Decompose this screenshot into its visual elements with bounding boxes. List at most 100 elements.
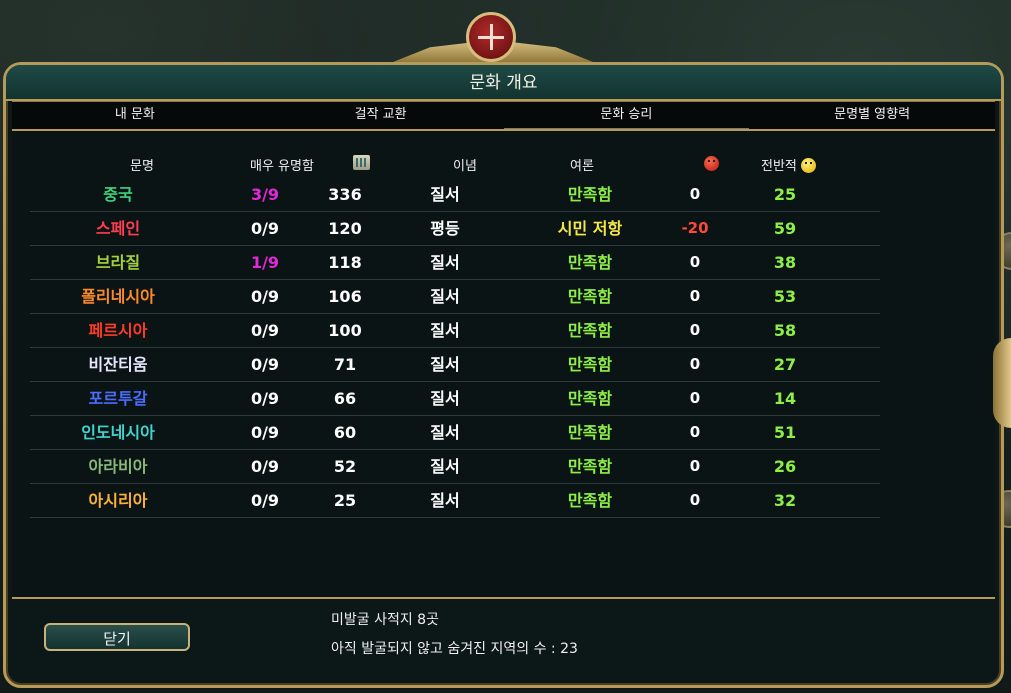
- overall-happiness-value: 26: [773, 457, 797, 476]
- opinion-unhappiness-value: 0: [689, 389, 701, 407]
- public-opinion-value: 시민 저항: [557, 219, 623, 238]
- tourism-value: 71: [333, 355, 357, 374]
- ideology-value: 질서: [430, 423, 460, 442]
- header-overall: 전반적: [761, 155, 817, 174]
- civ-row[interactable]: 스페인 0/9 120 평등 시민 저항 -20 59: [30, 212, 880, 246]
- influential-count: 0/9: [250, 355, 280, 374]
- close-button[interactable]: 닫기: [44, 623, 190, 651]
- public-opinion-value: 만족함: [567, 423, 613, 442]
- ideology-value: 평등: [430, 219, 460, 238]
- tourism-value: 118: [328, 253, 362, 272]
- tab-bar: 내 문화 걸작 교환 문화 승리 문명별 영향력: [12, 101, 995, 131]
- public-opinion-value: 만족함: [567, 185, 613, 204]
- civ-name: 스페인: [95, 219, 141, 238]
- tourism-value: 336: [328, 185, 362, 204]
- influential-count: 0/9: [250, 457, 280, 476]
- tourism-value: 120: [328, 219, 362, 238]
- influential-count: 0/9: [250, 491, 280, 510]
- overall-happiness-value: 58: [773, 321, 797, 340]
- public-opinion-value: 만족함: [567, 355, 613, 374]
- overall-happiness-value: 51: [773, 423, 797, 442]
- influential-count: 0/9: [250, 287, 280, 306]
- header-influential: 매우 유명함: [250, 159, 314, 174]
- opinion-unhappiness-value: 0: [689, 287, 701, 305]
- ideology-value: 질서: [430, 389, 460, 408]
- civ-row[interactable]: 아라비아 0/9 52 질서 만족함 0 26: [30, 450, 880, 484]
- influential-count: 0/9: [250, 389, 280, 408]
- ideology-value: 질서: [430, 253, 460, 272]
- tourism-value: 106: [328, 287, 362, 306]
- undiscovered-sites-text: 미발굴 사적지 8곳: [331, 612, 439, 628]
- ideology-value: 질서: [430, 457, 460, 476]
- ideology-value: 질서: [430, 355, 460, 374]
- overall-happiness-value: 25: [773, 185, 797, 204]
- overall-happiness-value: 53: [773, 287, 797, 306]
- overall-happiness-value: 38: [773, 253, 797, 272]
- happy-icon: [801, 158, 817, 173]
- influential-count: 0/9: [250, 423, 280, 442]
- overall-happiness-value: 32: [773, 491, 797, 510]
- civ-row[interactable]: 아시리아 0/9 25 질서 만족함 0 32: [30, 484, 880, 518]
- panel-title: 문화 개요: [6, 65, 1001, 101]
- header-civ: 문명: [130, 159, 154, 174]
- unhappy-icon: [704, 156, 719, 171]
- civ-row[interactable]: 폴리네시아 0/9 106 질서 만족함 0 53: [30, 280, 880, 314]
- ideology-value: 질서: [430, 491, 460, 510]
- civ-name: 브라질: [95, 253, 141, 272]
- tourism-value: 66: [333, 389, 357, 408]
- tourism-value: 100: [328, 321, 362, 340]
- civ-name: 아라비아: [88, 457, 148, 476]
- influential-count: 0/9: [250, 219, 280, 238]
- public-opinion-value: 만족함: [567, 491, 613, 510]
- public-opinion-value: 만족함: [567, 457, 613, 476]
- ideology-value: 질서: [430, 185, 460, 204]
- tourism-value: 60: [333, 423, 357, 442]
- tab-player-influence[interactable]: 문명별 영향력: [749, 102, 995, 129]
- civ-name: 아시리아: [88, 491, 148, 510]
- overall-happiness-value: 59: [773, 219, 797, 238]
- civ-name: 포르투갈: [88, 389, 148, 408]
- civ-name: 인도네시아: [81, 423, 155, 442]
- opinion-unhappiness-value: 0: [689, 185, 701, 203]
- civ-row[interactable]: 페르시아 0/9 100 질서 만족함 0 58: [30, 314, 880, 348]
- opinion-unhappiness-value: 0: [689, 321, 701, 339]
- public-opinion-value: 만족함: [567, 389, 613, 408]
- opinion-unhappiness-value: 0: [689, 457, 701, 475]
- opinion-unhappiness-value: 0: [689, 423, 701, 441]
- civ-row[interactable]: 브라질 1/9 118 질서 만족함 0 38: [30, 246, 880, 280]
- public-opinion-value: 만족함: [567, 287, 613, 306]
- civ-row[interactable]: 포르투갈 0/9 66 질서 만족함 0 14: [30, 382, 880, 416]
- header-ideology: 이념: [453, 159, 477, 174]
- influential-count: 1/9: [250, 253, 280, 272]
- opinion-unhappiness-value: 0: [689, 355, 701, 373]
- hidden-sites-text: 아직 발굴되지 않고 숨겨진 지역의 수 : 23: [331, 641, 578, 657]
- public-opinion-value: 만족함: [567, 253, 613, 272]
- civ-name: 비잔티움: [88, 355, 148, 374]
- header-overall-label: 전반적: [761, 159, 797, 174]
- civ-row[interactable]: 인도네시아 0/9 60 질서 만족함 0 51: [30, 416, 880, 450]
- civ-name: 중국: [103, 185, 133, 204]
- tab-culture-victory[interactable]: 문화 승리: [503, 102, 750, 129]
- move-window-icon[interactable]: [466, 12, 516, 62]
- civ-row[interactable]: 중국 3/9 336 질서 만족함 0 25: [30, 178, 880, 212]
- tourism-value: 52: [333, 457, 357, 476]
- opinion-unhappiness-value: 0: [689, 253, 701, 271]
- civ-name: 페르시아: [88, 321, 148, 340]
- public-opinion-value: 만족함: [567, 321, 613, 340]
- civ-row[interactable]: 비잔티움 0/9 71 질서 만족함 0 27: [30, 348, 880, 382]
- overall-happiness-value: 14: [773, 389, 797, 408]
- influential-count: 3/9: [250, 185, 280, 204]
- tab-swap-great-works[interactable]: 걸작 교환: [258, 102, 504, 129]
- ideology-value: 질서: [430, 321, 460, 340]
- panel-side-ornament: [993, 338, 1011, 428]
- civ-name: 폴리네시아: [81, 287, 155, 306]
- opinion-unhappiness-value: -20: [681, 219, 709, 237]
- tourism-value: 25: [333, 491, 357, 510]
- tourism-icon: [353, 155, 370, 170]
- header-public-opinion: 여론: [570, 159, 594, 174]
- ideology-value: 질서: [430, 287, 460, 306]
- opinion-unhappiness-value: 0: [689, 491, 701, 509]
- influential-count: 0/9: [250, 321, 280, 340]
- overall-happiness-value: 27: [773, 355, 797, 374]
- tab-my-culture[interactable]: 내 문화: [12, 102, 258, 129]
